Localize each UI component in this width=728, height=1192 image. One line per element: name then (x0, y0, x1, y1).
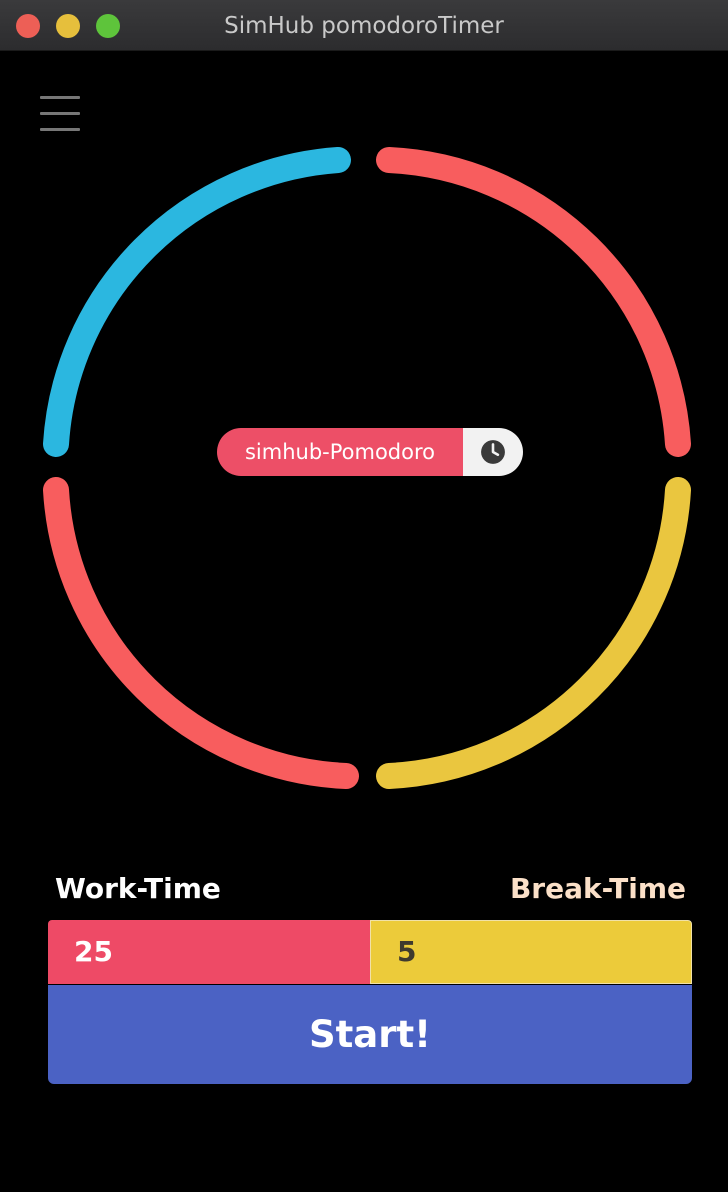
title-bar: SimHub pomodoroTimer (0, 0, 728, 51)
app-window: SimHub pomodoroTimer simhub-Pomodoro Wor… (0, 0, 728, 1192)
ring-segment-bottom-left (43, 477, 359, 789)
break-time-label: Break-Time (509, 872, 686, 905)
timer-label: simhub-Pomodoro (217, 428, 463, 476)
ring-segment-top-left (43, 147, 351, 457)
work-time-label: Work-Time (55, 872, 221, 905)
work-time-input[interactable]: 25 (48, 920, 370, 984)
hamburger-menu-icon[interactable] (40, 96, 80, 132)
ring-segment-bottom-right (376, 477, 691, 789)
timer-label-pill[interactable]: simhub-Pomodoro (217, 428, 523, 476)
break-time-input[interactable]: 5 (370, 920, 692, 984)
window-title: SimHub pomodoroTimer (224, 13, 504, 39)
ring-segment-top-right (376, 147, 691, 457)
clock-icon[interactable] (463, 428, 523, 476)
start-button[interactable]: Start! (48, 985, 692, 1084)
